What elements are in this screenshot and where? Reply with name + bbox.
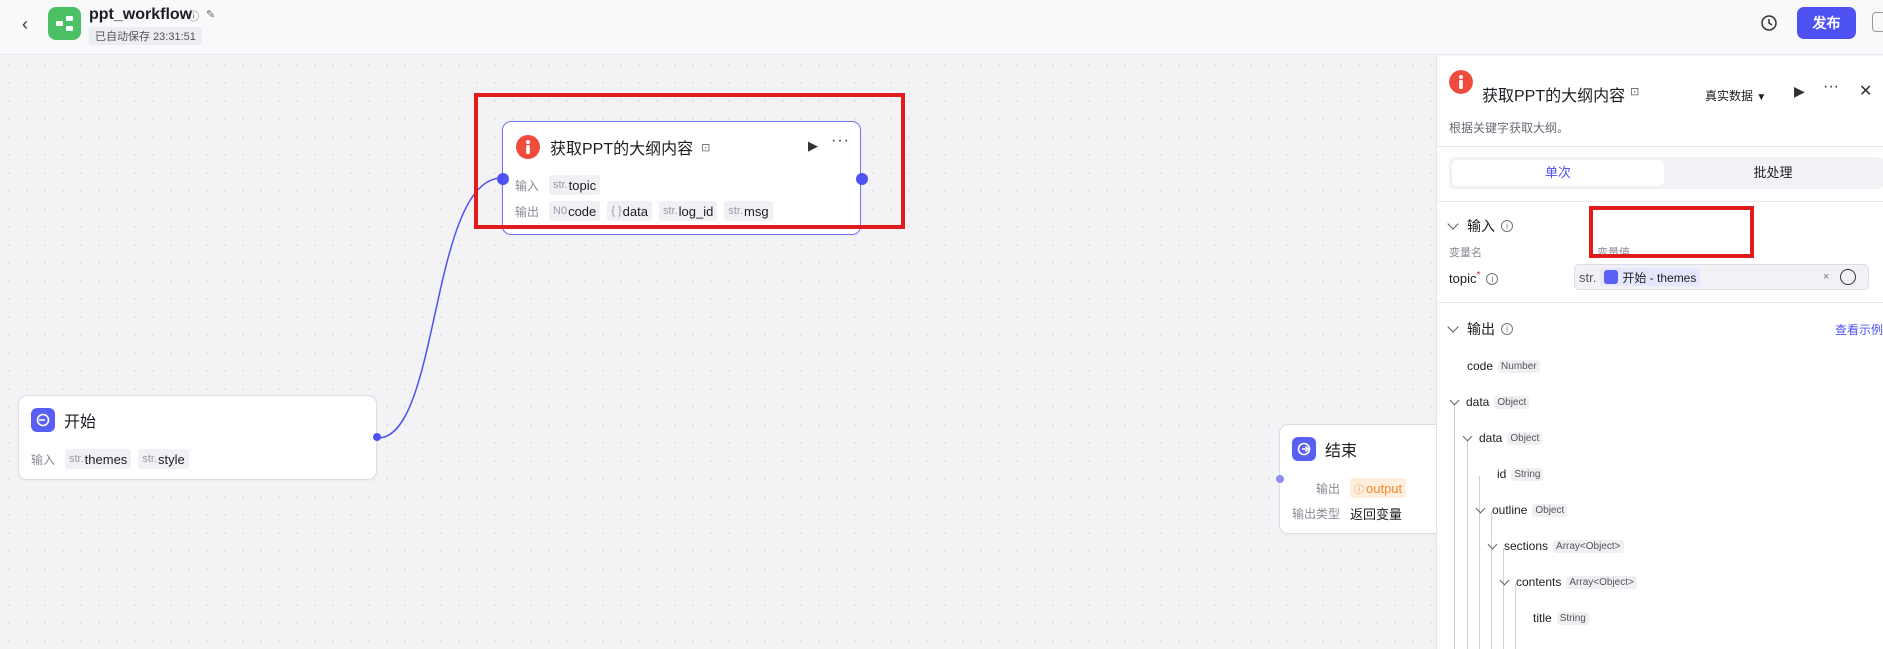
tree-guide-line [1503, 548, 1504, 649]
end-icon [1292, 437, 1316, 461]
node-input-row: 输入 str. themes str. style [31, 449, 196, 469]
var-name-label: 变量名 [1449, 247, 1482, 259]
workflow-canvas[interactable]: 获取PPT的大纲内容 ⊡ ▶ ··· 输入 str. topic 输出 N0 cod… [0, 56, 1449, 649]
output-port[interactable] [373, 433, 381, 441]
node-title: 结束 [1325, 443, 1358, 460]
output-section-header[interactable]: 输出 i [1447, 319, 1513, 339]
run-icon[interactable]: ▶ [1794, 83, 1805, 100]
info-icon: i [1501, 323, 1513, 335]
chevron-down-icon [1447, 218, 1459, 230]
node-header: 开始 [31, 408, 96, 432]
output-type-label: 输出类型 [1292, 507, 1341, 521]
tab-batch[interactable]: 批处理 [1667, 160, 1879, 186]
back-icon[interactable]: ‹ [22, 14, 36, 34]
tree-item[interactable]: data Object [1462, 431, 1543, 445]
share-icon[interactable] [1872, 12, 1883, 32]
app-title: ppt_workflow [89, 6, 193, 23]
start-node[interactable]: 开始 输入 str. themes str. style [18, 395, 381, 480]
tree-item: code Number [1467, 359, 1540, 373]
chevron-down-icon [1447, 321, 1459, 333]
tree-item[interactable]: contents Array<Object> [1499, 575, 1637, 589]
chevron-down-icon[interactable] [1475, 503, 1486, 513]
mode-tabs: 单次 批处理 [1449, 157, 1883, 189]
input-port[interactable] [1276, 475, 1284, 483]
tree-guide-line [1454, 404, 1455, 649]
top-bar: ‹ ppt_workflow ⓘ ✎ 已自动保存 23:31:51 发布 [0, 0, 1883, 55]
publish-button[interactable]: 发布 [1797, 7, 1856, 39]
node-header: 结束 [1292, 437, 1357, 461]
chevron-down-icon[interactable] [1462, 431, 1473, 441]
history-icon[interactable] [1760, 14, 1778, 32]
node-title: 开始 [64, 414, 97, 431]
tree-item[interactable]: sections Array<Object> [1487, 539, 1624, 553]
tree-guide-line [1491, 512, 1492, 649]
chevron-down-icon[interactable] [1487, 539, 1498, 549]
input-section-header[interactable]: 输入 i [1447, 216, 1513, 236]
plugin-icon [1449, 70, 1473, 94]
workflow-icon [56, 16, 73, 31]
clear-icon[interactable]: × [1823, 271, 1829, 283]
divider [1437, 201, 1883, 202]
divider [1437, 302, 1883, 303]
highlight-box-node [474, 93, 905, 229]
divider [1437, 146, 1883, 147]
target-icon[interactable] [1840, 269, 1856, 285]
panel-title: 获取PPT的大纲内容 [1482, 88, 1626, 105]
info-icon[interactable]: ⓘ [188, 8, 201, 23]
tree-guide-line [1467, 440, 1468, 649]
input-tag-themes: str. themes [65, 449, 132, 469]
var-value-input[interactable]: str. 开始 - themes × [1574, 264, 1869, 290]
tree-item: title String [1533, 611, 1589, 625]
info-icon: i [1486, 272, 1499, 285]
output-var-tag: ⓘ output [1350, 478, 1407, 498]
panel-badge-icon: ⊡ [1630, 86, 1640, 98]
tree-item[interactable]: outline Object [1475, 503, 1568, 517]
edit-icon[interactable]: ✎ [206, 8, 219, 21]
tree-item: id String [1497, 467, 1544, 481]
tree-guide-line [1515, 584, 1516, 649]
var-name: topic * i [1449, 270, 1499, 286]
tree-guide-line [1479, 476, 1480, 649]
chevron-down-icon[interactable] [1449, 395, 1460, 405]
autosave-status: 已自动保存 23:31:51 [89, 27, 202, 45]
data-mode-select[interactable]: 真实数据 ▼ [1705, 87, 1766, 104]
start-icon [1604, 270, 1619, 284]
tree-item[interactable]: data Object [1449, 395, 1530, 409]
output-label: 输出 [1316, 481, 1341, 496]
see-example-link[interactable]: 查看示例 [1835, 321, 1883, 338]
tab-single[interactable]: 单次 [1452, 160, 1664, 186]
node-output-row: 输出 ⓘ output [1316, 478, 1413, 498]
info-icon: i [1501, 220, 1513, 232]
panel-description: 根据关键字获取大纲。 [1449, 121, 1570, 135]
app-logo [48, 7, 81, 40]
end-node[interactable]: 结束 输出 ⓘ output 输出类型 返回变量 [1276, 424, 1449, 534]
more-icon[interactable]: ··· [1823, 78, 1839, 96]
var-ref-chip: 开始 - themes [1600, 268, 1701, 286]
input-tag-style: str. style [138, 449, 189, 469]
chevron-down-icon[interactable] [1499, 575, 1510, 585]
close-icon[interactable]: ✕ [1859, 81, 1872, 101]
start-icon [31, 408, 55, 432]
highlight-box-input [1589, 206, 1754, 258]
node-config-panel: 获取PPT的大纲内容 ⊡ 真实数据 ▼ ▶ ··· ✕ 根据关键字获取大纲。 单… [1436, 56, 1883, 649]
output-type-value: 返回变量 [1350, 507, 1403, 522]
output-type-row: 输出类型 返回变量 [1292, 504, 1402, 523]
input-label: 输入 [31, 452, 56, 467]
